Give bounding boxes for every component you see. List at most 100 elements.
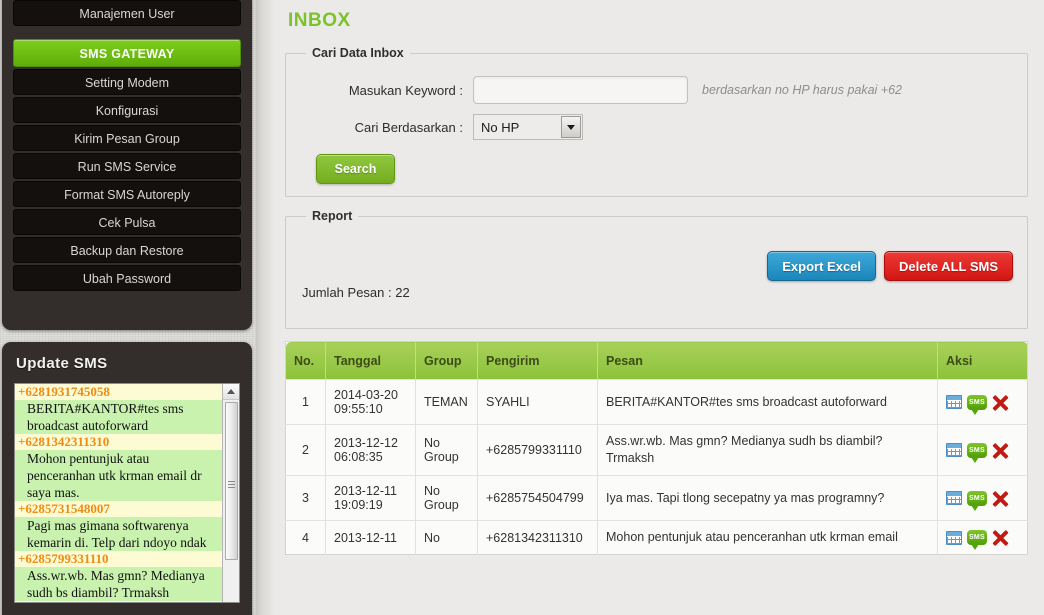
cell-pesan: Ass.wr.wb. Mas gmn? Medianya sudh bs dia…: [597, 424, 938, 476]
sms-reply-icon[interactable]: SMS: [967, 530, 987, 550]
inbox-table-head: No. Tanggal Group Pengirim Pesan Aksi: [285, 341, 1028, 380]
sms-reply-icon[interactable]: SMS: [967, 490, 987, 511]
cell-pengirim: +6285799331110: [477, 424, 598, 476]
cell-no: 1: [285, 379, 326, 425]
table-row[interactable]: 1 2014-03-20 09:55:10 TEMAN SYAHLI BERITA#KA…: [285, 379, 1028, 425]
cell-tanggal: 2013-12-12 06:08:35: [325, 424, 416, 476]
keyword-hint: berdasarkan no HP harus pakai +62: [702, 83, 903, 97]
search-inbox-fieldset: Cari Data Inbox Masukan Keyword : berdas…: [285, 46, 1028, 197]
report-buttons: Export Excel Delete ALL SMS: [767, 251, 1013, 281]
cell-no: 2: [285, 424, 326, 476]
action-icons: SMS: [946, 529, 1019, 550]
update-sms-text: Mohon pentunjuk atau penceranhan utk krm…: [15, 450, 222, 501]
menu-spacer: [12, 28, 242, 39]
update-sms-scrollbar[interactable]: [222, 384, 239, 602]
action-icons: SMS: [946, 394, 1019, 415]
cell-group: TEMAN: [415, 379, 478, 425]
sms-reply-icon[interactable]: SMS: [967, 394, 987, 415]
cell-no: 4: [285, 520, 326, 555]
basis-row: Cari Berdasarkan : No HP: [298, 104, 1015, 140]
sidebar-item-backup-dan-restore[interactable]: Backup dan Restore: [13, 237, 241, 263]
delete-all-sms-button[interactable]: Delete ALL SMS: [884, 251, 1013, 281]
column-header-aksi: Aksi: [937, 341, 1028, 380]
cell-no: 3: [285, 475, 326, 521]
cell-pesan: Iya mas. Tapi tlong secepatny ya mas pro…: [597, 475, 938, 521]
delete-icon[interactable]: [992, 490, 1009, 507]
sidebar-item-run-sms-service[interactable]: Run SMS Service: [13, 153, 241, 179]
update-sms-number: +6285799331110: [15, 551, 222, 567]
column-header-group: Group: [415, 341, 478, 380]
scrollbar-thumb[interactable]: [225, 402, 238, 560]
chevron-down-icon[interactable]: [561, 116, 581, 138]
sidebar-item-kirim-pesan-group[interactable]: Kirim Pesan Group: [13, 125, 241, 151]
update-sms-text: Ass.wr.wb. Mas gmn? Medianya sudh bs dia…: [15, 567, 222, 601]
message-count: Jumlah Pesan : 22: [302, 285, 410, 300]
column-header-pesan: Pesan: [597, 341, 938, 380]
update-sms-number: +6285754504799: [15, 601, 222, 602]
sidebar-menu-panel: Manajemen User SMS GATEWAY Setting Modem Ko…: [2, 0, 252, 330]
update-sms-text: Pagi mas gimana softwarenya kemarin di. …: [15, 517, 222, 551]
cell-pengirim: SYAHLI: [477, 379, 598, 425]
report-fieldset-legend: Report: [312, 209, 353, 223]
sidebar-menu-list: Manajemen User SMS GATEWAY Setting Modem Ko…: [12, 0, 242, 291]
update-sms-number: +6281931745058: [15, 384, 222, 400]
cell-tanggal: 2013-12-11 19:09:19: [325, 475, 416, 521]
cell-group: No Group: [415, 475, 478, 521]
sidebar-item-setting-modem[interactable]: Setting Modem: [13, 69, 241, 95]
sidebar-item-format-sms-autoreply[interactable]: Format SMS Autoreply: [13, 181, 241, 207]
update-sms-number: +6281342311310: [15, 434, 222, 450]
update-sms-list-container: +6281931745058 BERITA#KANTOR#tes sms broa…: [14, 383, 240, 603]
export-excel-button[interactable]: Export Excel: [767, 251, 877, 281]
search-fieldset-legend: Cari Data Inbox: [312, 46, 404, 60]
detail-icon[interactable]: [946, 443, 962, 457]
keyword-label: Masukan Keyword :: [348, 82, 463, 98]
detail-icon[interactable]: [946, 491, 962, 505]
column-header-tanggal: Tanggal: [325, 341, 416, 380]
main-content: INBOX Cari Data Inbox Masukan Keyword : …: [275, 0, 1044, 615]
detail-icon[interactable]: [946, 530, 962, 545]
cell-aksi: SMS: [937, 520, 1028, 555]
cell-aksi: SMS: [937, 424, 1028, 476]
action-icons: SMS: [946, 490, 1019, 511]
sidebar-item-ubah-password[interactable]: Ubah Password: [13, 265, 241, 291]
delete-icon[interactable]: [992, 394, 1009, 411]
column-header-no: No.: [285, 341, 326, 380]
update-sms-list[interactable]: +6281931745058 BERITA#KANTOR#tes sms broa…: [15, 384, 222, 602]
table-row[interactable]: 4 2013-12-11 No +6281342311310 Mohon pentunj…: [285, 520, 1028, 555]
cell-tanggal: 2014-03-20 09:55:10: [325, 379, 416, 425]
cell-group: No Group: [415, 424, 478, 476]
sidebar-item-manajemen-user[interactable]: Manajemen User: [13, 0, 241, 26]
sidebar-main-divider: [256, 0, 275, 615]
report-fieldset: Report Export Excel Delete ALL SMS Jumla…: [285, 209, 1028, 329]
cell-aksi: SMS: [937, 475, 1028, 521]
search-basis-select[interactable]: No HP: [473, 114, 583, 140]
table-header-row: No. Tanggal Group Pengirim Pesan Aksi: [285, 341, 1028, 380]
delete-icon[interactable]: [992, 529, 1009, 546]
sidebar-item-konfigurasi[interactable]: Konfigurasi: [13, 97, 241, 123]
table-row[interactable]: 2 2013-12-12 06:08:35 No Group +62857993311…: [285, 424, 1028, 476]
table-row[interactable]: 3 2013-12-11 19:09:19 No Group +62857545047…: [285, 475, 1028, 521]
cell-group: No: [415, 520, 478, 555]
cell-pesan: BERITA#KANTOR#tes sms broadcast autoforw…: [597, 379, 938, 425]
update-sms-panel: Update SMS +6281931745058 BERITA#KANTOR#t…: [2, 342, 252, 615]
cell-pesan: Mohon pentunjuk atau penceranhan utk krm…: [597, 520, 938, 555]
basis-label: Cari Berdasarkan :: [354, 119, 463, 135]
delete-icon[interactable]: [992, 442, 1009, 459]
column-header-pengirim: Pengirim: [477, 341, 598, 380]
search-basis-value: No HP: [481, 119, 520, 135]
update-sms-title: Update SMS: [16, 355, 108, 372]
sms-reply-icon[interactable]: SMS: [967, 442, 987, 463]
cell-pengirim: +6281342311310: [477, 520, 598, 555]
scroll-up-arrow-icon[interactable]: [223, 384, 239, 400]
inbox-table-body: 1 2014-03-20 09:55:10 TEMAN SYAHLI BERITA#KA…: [285, 379, 1028, 555]
sidebar-item-sms-gateway[interactable]: SMS GATEWAY: [13, 39, 241, 67]
search-keyword-input[interactable]: [473, 76, 688, 104]
cell-tanggal: 2013-12-11: [325, 520, 416, 555]
detail-icon[interactable]: [946, 395, 962, 409]
search-button[interactable]: Search: [316, 154, 395, 184]
sidebar-item-cek-pulsa[interactable]: Cek Pulsa: [13, 209, 241, 235]
app-window: Manajemen User SMS GATEWAY Setting Modem Ko…: [0, 0, 1044, 615]
cell-pengirim: +6285754504799: [477, 475, 598, 521]
update-sms-number: +6285731548007: [15, 501, 222, 517]
action-icons: SMS: [946, 442, 1019, 463]
